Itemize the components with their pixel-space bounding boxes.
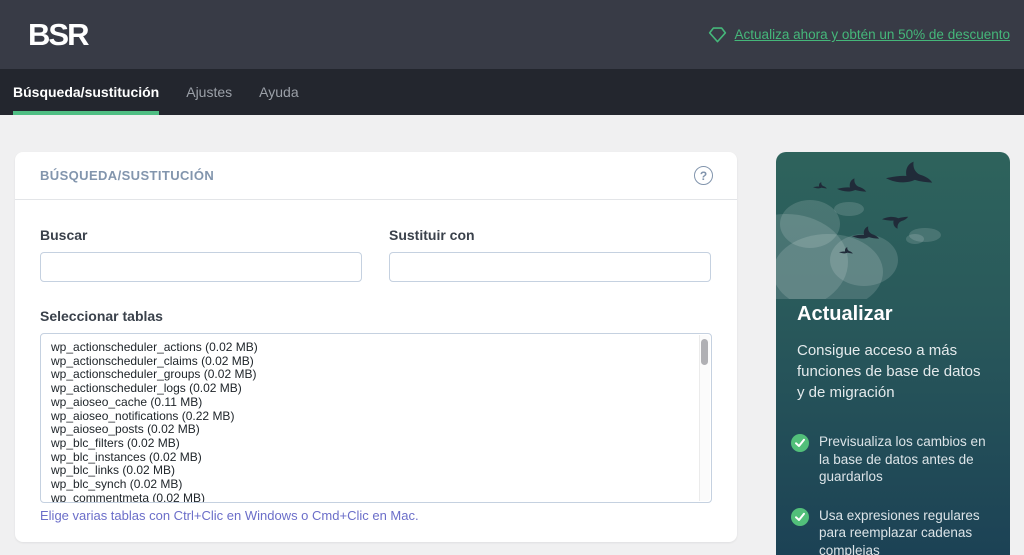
table-option[interactable]: wp_actionscheduler_actions (0.02 MB) — [51, 340, 697, 355]
table-option[interactable]: wp_aioseo_posts (0.02 MB) — [51, 423, 697, 437]
help-icon[interactable]: ? — [694, 166, 713, 185]
table-option[interactable]: wp_aioseo_notifications (0.22 MB) — [51, 409, 697, 424]
upgrade-sidebar: Actualizar Consigue acceso a más funcion… — [776, 152, 1010, 555]
sidebar-feature-list: Previsualiza los cambios en la base de d… — [776, 433, 1010, 555]
search-input[interactable] — [40, 252, 362, 282]
replace-label: Sustituir con — [389, 227, 475, 243]
check-icon — [791, 507, 809, 555]
tab-settings[interactable]: Ajustes — [186, 69, 232, 115]
tab-search-replace-label: Búsqueda/sustitución — [13, 84, 160, 100]
card-header: BÚSQUEDA/SUSTITUCIÓN ? — [15, 152, 737, 200]
birds-illustration — [776, 161, 941, 299]
search-field-group: Buscar — [40, 227, 362, 282]
listbox-scrollbar-track[interactable] — [699, 335, 710, 501]
tables-helper-text: Elige varias tablas con Ctrl+Clic en Win… — [40, 508, 419, 523]
upgrade-link[interactable]: Actualiza ahora y obtén un 50% de descue… — [708, 26, 1010, 44]
table-option[interactable]: wp_blc_instances (0.02 MB) — [51, 450, 697, 465]
sidebar-title: Actualizar — [797, 303, 893, 325]
tab-settings-label: Ajustes — [186, 84, 233, 100]
replace-input[interactable] — [389, 252, 711, 282]
tab-help-label: Ayuda — [259, 84, 299, 100]
search-replace-card: BÚSQUEDA/SUSTITUCIÓN ? Buscar Sustituir … — [15, 152, 737, 542]
tables-listbox[interactable]: wp_actionscheduler_actions (0.02 MB) wp_a… — [40, 333, 712, 503]
check-icon — [791, 434, 809, 486]
table-option[interactable]: wp_blc_links (0.02 MB) — [51, 464, 697, 478]
feature-item: Previsualiza los cambios en la base de d… — [791, 433, 992, 486]
replace-field-group: Sustituir con — [389, 227, 711, 282]
table-option[interactable]: wp_actionscheduler_logs (0.02 MB) — [51, 381, 697, 396]
tab-help[interactable]: Ayuda — [259, 69, 298, 115]
listbox-scrollbar-thumb[interactable] — [701, 339, 708, 365]
table-option[interactable]: wp_blc_filters (0.02 MB) — [51, 436, 697, 451]
search-label: Buscar — [40, 227, 88, 243]
top-bar: BSR Actualiza ahora y obtén un 50% de de… — [0, 0, 1024, 69]
table-option[interactable]: wp_actionscheduler_claims (0.02 MB) — [51, 354, 697, 369]
sidebar-description: Consigue acceso a más funciones de base … — [797, 342, 981, 401]
bsr-logo: BSR — [28, 16, 89, 52]
feature-text: Previsualiza los cambios en la base de d… — [819, 434, 986, 484]
tab-search-replace[interactable]: Búsqueda/sustitución — [13, 69, 160, 115]
table-option[interactable]: wp_actionscheduler_groups (0.02 MB) — [51, 368, 697, 382]
upgrade-link-label: Actualiza ahora y obtén un 50% de descue… — [734, 27, 1010, 42]
nav-tabs: Búsqueda/sustitución Ajustes Ayuda — [0, 69, 1024, 115]
feature-item: Usa expresiones regulares para reemplaza… — [791, 507, 992, 555]
table-option[interactable]: wp_blc_synch (0.02 MB) — [51, 477, 697, 492]
card-body: Buscar Sustituir con Seleccionar tablas … — [15, 200, 737, 523]
feature-text: Usa expresiones regulares para reemplaza… — [819, 507, 980, 555]
card-title: BÚSQUEDA/SUSTITUCIÓN — [40, 168, 215, 183]
gem-icon — [708, 26, 727, 44]
table-option[interactable]: wp_commentmeta (0.02 MB) — [51, 491, 697, 502]
table-option[interactable]: wp_aioseo_cache (0.11 MB) — [51, 395, 697, 410]
tables-label: Seleccionar tablas — [40, 308, 163, 324]
